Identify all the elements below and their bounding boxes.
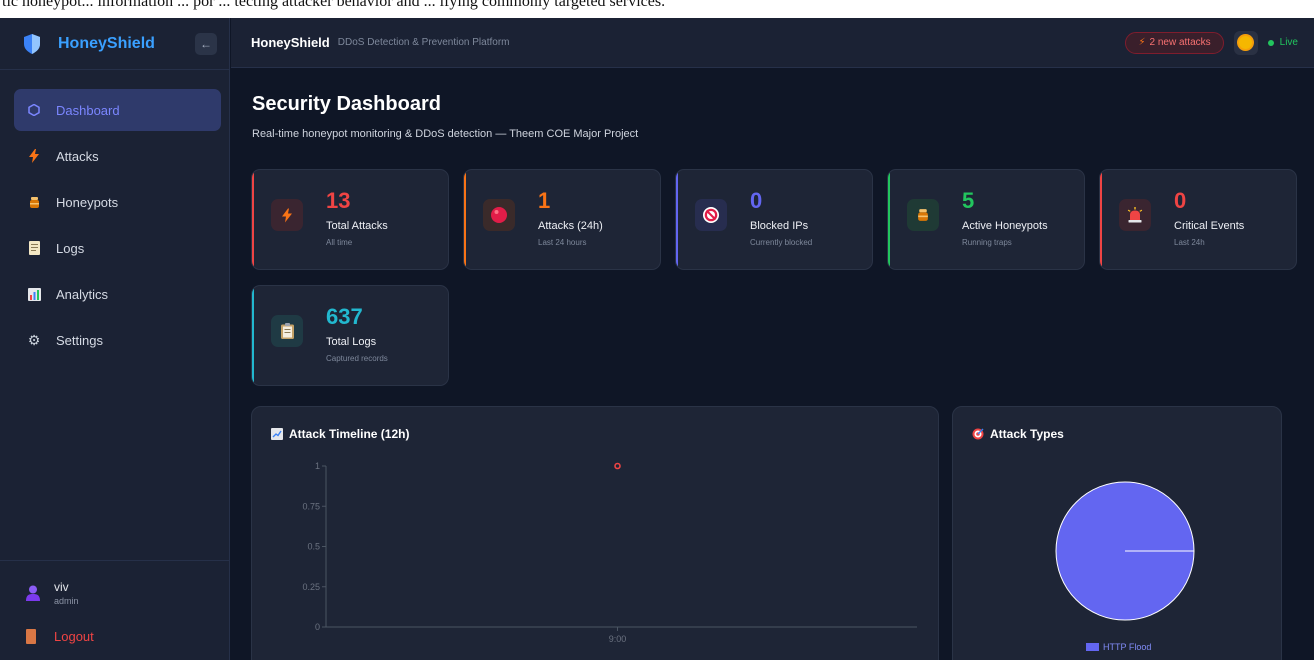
- data-point: [614, 462, 621, 470]
- stat-caption: Currently blocked: [750, 238, 813, 247]
- main-content: Security Dashboard Real-time honeypot mo…: [231, 68, 1314, 660]
- sidebar-item-label: Logs: [56, 240, 85, 256]
- sidebar-item-settings[interactable]: ⚙ Settings: [14, 319, 221, 361]
- stat-card-attacks-24h[interactable]: 1 Attacks (24h) Last 24 hours: [463, 169, 661, 270]
- stat-card-blocked-ips[interactable]: 0 Blocked IPs Currently blocked: [675, 169, 873, 270]
- new-attacks-badge[interactable]: ⚡ 2 new attacks: [1125, 31, 1224, 54]
- stat-value: 0: [1174, 188, 1187, 213]
- timeline-chart: 0 0.25 0.5 0.75 1 9:00: [302, 461, 917, 644]
- stat-label: Critical Events: [1174, 220, 1245, 232]
- dashboard-icon: [26, 102, 42, 118]
- y-tick-label: 0: [315, 622, 320, 632]
- y-tick-label: 0.25: [302, 582, 320, 592]
- avatar: [26, 585, 40, 601]
- stat-card-active-honeypots[interactable]: 5 Active Honeypots Running traps: [887, 169, 1085, 270]
- honeypot-icon: [907, 199, 939, 231]
- blocked-icon: [695, 199, 727, 231]
- lightning-icon: ⚡: [1138, 37, 1146, 48]
- theme-toggle-button[interactable]: [1233, 30, 1258, 55]
- red-circle-icon: [483, 199, 515, 231]
- sidebar-item-label: Analytics: [56, 286, 109, 302]
- stat-label: Total Attacks: [326, 220, 388, 232]
- collapse-sidebar-button[interactable]: ←: [195, 32, 217, 55]
- stat-caption: Running traps: [962, 238, 1012, 247]
- stat-value: 5: [962, 188, 975, 213]
- y-tick-label: 0.75: [302, 501, 320, 511]
- stat-value: 1: [538, 188, 551, 213]
- page-title: Security Dashboard: [252, 93, 441, 115]
- sidebar-item-dashboard[interactable]: Dashboard: [14, 89, 221, 131]
- honeypot-icon: [26, 194, 42, 210]
- lightning-icon: [271, 199, 303, 231]
- stat-caption: Last 24 hours: [538, 238, 587, 247]
- sidebar-item-label: Attacks: [56, 148, 99, 164]
- stat-caption: All time: [326, 238, 353, 247]
- stat-caption: Last 24h: [1174, 238, 1205, 247]
- stat-label: Blocked IPs: [750, 220, 809, 232]
- sidebar-item-label: Dashboard: [56, 102, 120, 118]
- stat-card-total-logs[interactable]: 637 Total Logs Captured records: [251, 285, 449, 386]
- attack-types-pie: [1055, 481, 1195, 621]
- door-icon: [26, 629, 36, 644]
- header-title: HoneyShield: [251, 35, 330, 50]
- sidebar-item-honeypots[interactable]: Honeypots: [14, 181, 221, 223]
- stat-value: 0: [750, 188, 763, 213]
- chart-icon: [26, 286, 42, 302]
- user-role: admin: [54, 596, 79, 606]
- legend-label: HTTP Flood: [1103, 642, 1152, 652]
- y-tick-label: 0.5: [307, 542, 320, 552]
- x-tick-label: 9:00: [609, 634, 627, 644]
- live-dot-icon: [1267, 39, 1274, 46]
- sidebar-item-attacks[interactable]: Attacks: [14, 135, 221, 177]
- clipboard-icon: [271, 315, 303, 347]
- sidebar-item-label: Settings: [56, 332, 103, 348]
- siren-icon: [1119, 199, 1151, 231]
- sidebar: HoneyShield ← Dashboard Attacks Honeypot…: [0, 18, 230, 660]
- page-subtitle: Real-time honeypot monitoring & DDoS det…: [252, 128, 639, 140]
- top-header: HoneyShield DDoS Detection & Prevention …: [231, 18, 1314, 68]
- stat-label: Total Logs: [326, 336, 377, 348]
- header-subtitle: DDoS Detection & Prevention Platform: [337, 37, 510, 48]
- live-label: Live: [1279, 37, 1298, 48]
- brand-bar: HoneyShield ←: [0, 18, 229, 70]
- legend-swatch: [1086, 643, 1099, 651]
- shield-icon: [24, 33, 40, 54]
- sun-icon: [1239, 36, 1253, 49]
- stat-value: 13: [326, 188, 351, 213]
- arrow-left-icon: ←: [200, 36, 212, 51]
- attack-timeline-panel: Attack Timeline (12h) 0 0.25 0.5 0.75 1 9:00: [251, 406, 939, 660]
- pie-legend[interactable]: HTTP Flood: [1086, 642, 1151, 652]
- attack-types-panel: Attack Types HTTP Flood: [952, 406, 1282, 660]
- y-tick-label: 1: [315, 461, 320, 471]
- logout-button[interactable]: Logout: [0, 629, 229, 644]
- stat-card-total-attacks[interactable]: 13 Total Attacks All time: [251, 169, 449, 270]
- stat-card-critical-events[interactable]: 0 Critical Events Last 24h: [1099, 169, 1297, 270]
- user-profile[interactable]: viv admin: [0, 575, 229, 611]
- stat-label: Attacks (24h): [538, 220, 603, 232]
- stat-caption: Captured records: [326, 354, 388, 363]
- live-status: Live: [1267, 37, 1298, 48]
- sidebar-item-logs[interactable]: Logs: [14, 227, 221, 269]
- stat-value: 637: [326, 304, 363, 329]
- gear-icon: ⚙: [27, 331, 41, 348]
- document-icon: [26, 240, 42, 256]
- new-attacks-label: 2 new attacks: [1149, 37, 1211, 48]
- brand-name: HoneyShield: [58, 34, 155, 52]
- browser-strip-text: tic honeypot... information ... por ... …: [2, 0, 666, 10]
- sidebar-item-analytics[interactable]: Analytics: [14, 273, 221, 315]
- stat-label: Active Honeypots: [962, 220, 1048, 232]
- sidebar-nav: Dashboard Attacks Honeypots Logs Analyti…: [0, 70, 229, 361]
- sidebar-item-label: Honeypots: [56, 194, 119, 210]
- browser-text-strip: tic honeypot... information ... por ... …: [0, 0, 1314, 18]
- user-name: viv: [54, 580, 69, 594]
- logout-label: Logout: [54, 629, 94, 644]
- sidebar-footer: viv admin Logout: [0, 560, 229, 660]
- lightning-icon: [26, 148, 42, 164]
